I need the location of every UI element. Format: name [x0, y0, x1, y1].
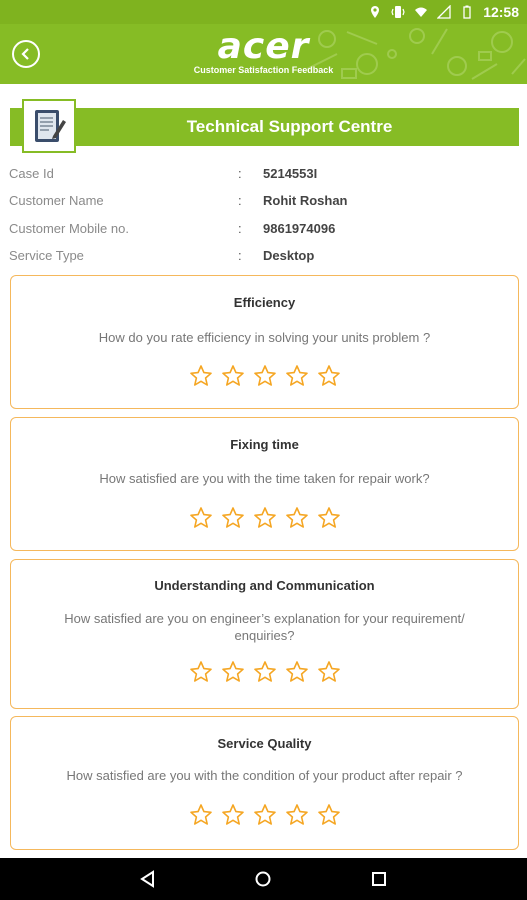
info-label: Customer Mobile no. [9, 220, 129, 236]
status-icons: 12:58 [368, 3, 519, 21]
card-title: Service Quality [217, 736, 312, 751]
nav-back-button[interactable] [128, 859, 168, 899]
star-rating[interactable] [11, 506, 518, 530]
info-label: Case Id [9, 166, 54, 182]
info-colon: : [238, 193, 242, 209]
signal-icon [436, 4, 451, 19]
star-icon[interactable] [221, 803, 245, 827]
info-colon: : [238, 248, 242, 264]
card-title: Efficiency [233, 295, 296, 310]
star-icon[interactable] [285, 364, 309, 388]
feedback-card-efficiency: Efficiency How do you rate efficiency in… [10, 275, 519, 409]
card-title: Understanding and Communication [154, 578, 375, 593]
star-rating[interactable] [11, 364, 518, 388]
case-info: Case Id : 5214553I Customer Name : Rohit… [9, 160, 509, 269]
star-icon[interactable] [189, 364, 213, 388]
star-icon[interactable] [221, 506, 245, 530]
star-icon[interactable] [189, 506, 213, 530]
header-subtitle: Customer Satisfaction Feedback [193, 65, 334, 75]
star-rating[interactable] [11, 803, 518, 827]
home-icon [255, 871, 271, 887]
feedback-card-understanding: Understanding and Communication How sati… [10, 559, 519, 709]
nav-home-button[interactable] [243, 859, 283, 899]
status-time: 12:58 [483, 4, 519, 20]
info-row-customer-mobile: Customer Mobile no. : 9861974096 [9, 215, 509, 242]
info-row-case-id: Case Id : 5214553I [9, 160, 509, 187]
star-icon[interactable] [253, 364, 277, 388]
card-question: How satisfied are you on engineer’s expl… [64, 611, 465, 643]
card-question: How satisfied are you with the condition… [66, 768, 463, 783]
info-label: Service Type [9, 248, 84, 264]
info-colon: : [238, 220, 242, 236]
app-header: acer Customer Satisfaction Feedback [0, 24, 527, 84]
location-icon [368, 5, 382, 19]
info-row-service-type: Service Type : Desktop [9, 242, 509, 269]
star-icon[interactable] [221, 660, 245, 684]
star-icon[interactable] [221, 364, 245, 388]
nav-recents-button[interactable] [359, 859, 399, 899]
info-label: Customer Name [9, 193, 104, 209]
info-value: 9861974096 [263, 220, 336, 236]
star-icon[interactable] [253, 506, 277, 530]
section-banner: Technical Support Centre [10, 108, 519, 146]
navigation-bar [0, 858, 527, 900]
card-question: How satisfied are you with the time take… [99, 471, 430, 486]
star-icon[interactable] [189, 660, 213, 684]
status-bar: 12:58 [0, 0, 527, 24]
form-icon-box [22, 99, 76, 153]
star-icon[interactable] [317, 803, 341, 827]
info-value: Desktop [263, 248, 315, 264]
info-value: 5214553I [263, 166, 318, 182]
back-icon [139, 870, 154, 888]
info-row-customer-name: Customer Name : Rohit Roshan [9, 187, 509, 214]
star-icon[interactable] [285, 506, 309, 530]
star-icon[interactable] [285, 803, 309, 827]
recents-icon [372, 872, 387, 886]
vibrate-icon [391, 5, 405, 19]
feedback-card-service-quality: Service Quality How satisfied are you wi… [10, 716, 519, 850]
star-icon[interactable] [317, 364, 341, 388]
star-icon[interactable] [253, 803, 277, 827]
star-rating[interactable] [11, 660, 518, 684]
wifi-icon [414, 5, 428, 19]
star-icon[interactable] [285, 660, 309, 684]
battery-icon [460, 5, 474, 19]
card-question: How do you rate efficiency in solving yo… [98, 330, 431, 345]
info-value: Rohit Roshan [263, 193, 348, 209]
star-icon[interactable] [317, 506, 341, 530]
acer-logo: acer [217, 26, 310, 67]
banner-title: Technical Support Centre [186, 117, 393, 136]
info-colon: : [238, 166, 242, 182]
star-icon[interactable] [253, 660, 277, 684]
card-title: Fixing time [230, 437, 299, 452]
notepad-icon [35, 110, 66, 142]
star-icon[interactable] [189, 803, 213, 827]
feedback-card-fixing-time: Fixing time How satisfied are you with t… [10, 417, 519, 551]
star-icon[interactable] [317, 660, 341, 684]
